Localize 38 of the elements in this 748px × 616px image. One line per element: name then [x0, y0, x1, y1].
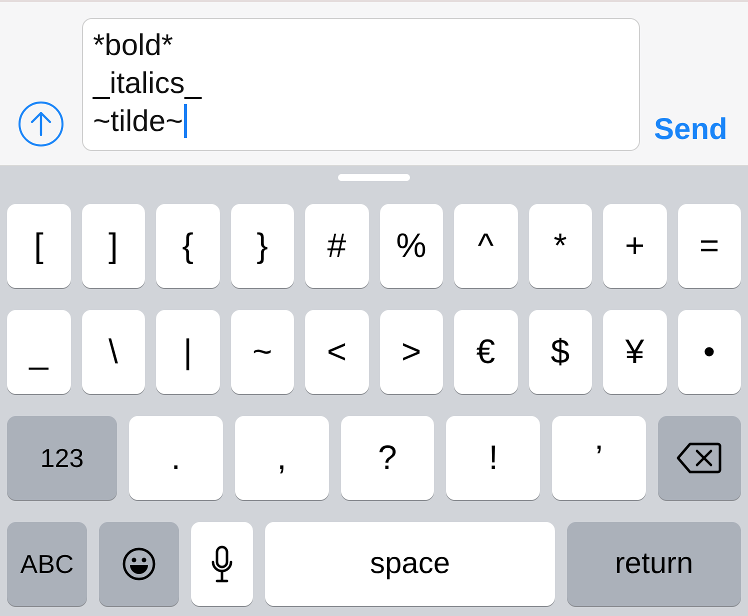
microphone-icon	[210, 545, 234, 583]
mic-key[interactable]	[191, 522, 253, 606]
keyboard-key[interactable]: ~	[230, 310, 294, 394]
return-key[interactable]: return	[567, 522, 741, 606]
keyboard-key[interactable]: =	[678, 204, 741, 288]
keyboard-key[interactable]: !	[446, 416, 540, 500]
keyboard-key[interactable]: #	[305, 204, 368, 288]
space-key[interactable]: space	[265, 522, 555, 606]
keyboard-key[interactable]: _	[7, 310, 70, 394]
keyboard-key[interactable]: }	[230, 204, 294, 288]
keyboard-key[interactable]: ’	[552, 416, 646, 500]
keyboard-key[interactable]: +	[603, 204, 666, 288]
keyboard-key[interactable]: ,	[234, 416, 329, 500]
keyboard-key[interactable]: ¥	[603, 310, 666, 394]
keyboard-key[interactable]: ]	[82, 204, 145, 288]
keyboard-key[interactable]: .	[129, 416, 223, 500]
drag-handle[interactable]	[338, 174, 410, 181]
backspace-icon	[676, 442, 722, 474]
emoji-key[interactable]	[99, 522, 179, 606]
letters-key[interactable]: ABC	[7, 522, 87, 606]
keyboard-key[interactable]: [	[7, 204, 70, 288]
keyboard-key[interactable]: >	[380, 310, 443, 394]
keyboard-key[interactable]: *	[528, 204, 592, 288]
message-field[interactable]: *bold* _italics_ ~tilde~	[82, 18, 640, 151]
keyboard-key[interactable]: %	[380, 204, 443, 288]
keyboard-key[interactable]: €	[454, 310, 518, 394]
keyboard-key[interactable]: <	[305, 310, 368, 394]
keyboard-key[interactable]: |	[156, 310, 220, 394]
keyboard-key[interactable]: ?	[340, 416, 434, 500]
keyboard-key[interactable]: •	[678, 310, 741, 394]
keyboard-key[interactable]: {	[156, 204, 220, 288]
keyboard-key[interactable]: \	[82, 310, 145, 394]
smiley-icon	[122, 547, 156, 581]
keyboard-key[interactable]: ^	[454, 204, 518, 288]
numbers-key[interactable]: 123	[7, 416, 117, 500]
backspace-key[interactable]	[658, 416, 741, 500]
text-cursor	[184, 104, 188, 138]
keyboard-key[interactable]: $	[528, 310, 592, 394]
